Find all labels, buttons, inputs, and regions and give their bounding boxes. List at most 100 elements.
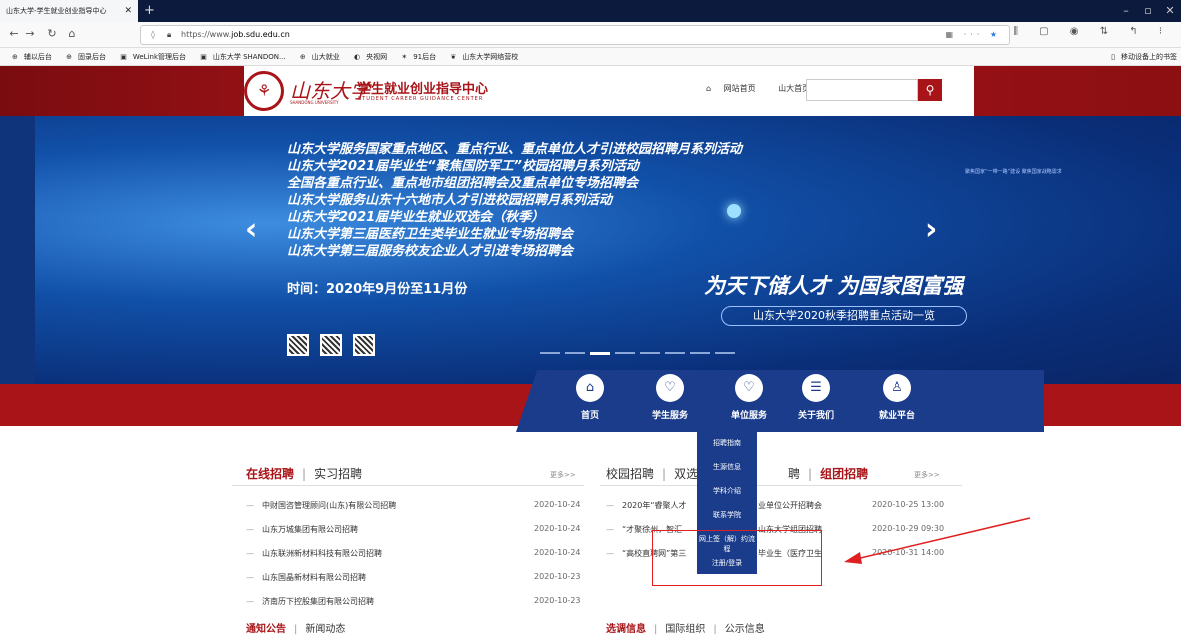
nav-home[interactable]: ⌂ 首页 [560, 374, 620, 421]
list-item[interactable]: — 山东万城集团有限公司招聘 [246, 524, 358, 535]
page-actions[interactable]: ▦ ··· ★ [946, 26, 1001, 44]
list-date: 2020-10-24 [534, 500, 581, 509]
minimize-icon[interactable]: – [1115, 0, 1137, 22]
list-date: 2020-10-24 [534, 548, 581, 557]
restore-icon[interactable]: ▫ [1137, 0, 1159, 22]
carousel-dot[interactable] [715, 352, 735, 354]
carousel-dot[interactable] [665, 352, 685, 354]
search-input[interactable] [806, 79, 918, 101]
list-item[interactable]: — 中财国咨管理顾问(山东)有限公司招聘 [246, 500, 396, 511]
header-center: ⚘ 山东大学 SHANDONG UNIVERSITY 学生就业创业指导中心 ST… [244, 66, 974, 116]
left-panel-tabs: 在线招聘 | 实习招聘 [246, 467, 363, 481]
back-icon[interactable]: ← [6, 26, 22, 42]
nav-employment-platform[interactable]: ♙ 就业平台 [867, 374, 927, 421]
tab-group-recruitment[interactable]: 组团招聘 [820, 467, 868, 481]
browser-tab-bar: 山东大学-学生就业创业指导中心 ✕ + – ▫ ✕ [0, 0, 1181, 22]
close-tab-icon[interactable]: ✕ [124, 0, 132, 22]
banner-left-slide: 0 东 [0, 116, 58, 384]
top-links: ⌂ 网站首页 山大首页 [706, 83, 820, 94]
nav-employer-services[interactable]: ♡ 单位服务 [719, 374, 779, 421]
carousel-dot[interactable] [540, 352, 560, 354]
home-link[interactable]: ⌂ 网站首页 [706, 84, 766, 93]
tab-internship[interactable]: 实习招聘 [314, 467, 362, 481]
bookmark-item[interactable]: ▣ WeLink管理后台 [114, 48, 186, 65]
qr-code-icon [287, 334, 309, 356]
tab-notices[interactable]: 通知公告 [246, 624, 286, 635]
address-bar[interactable]: ◊ 🔒︎ https://www.job.sdu.edu.cn ▦ ··· ★ [140, 25, 1010, 45]
list-item[interactable]: — 山东联洲新材料科技有限公司招聘 [246, 548, 382, 559]
shield-icon: ◊ [151, 30, 155, 39]
annotation-arrow [844, 517, 1031, 564]
mobile-bookmarks[interactable]: ▯ 移动设备上的书签 [1111, 48, 1177, 65]
bookmark-item[interactable]: ⊕ 山大就业 [294, 48, 340, 65]
right-panel-tabs-2: 聘 | 组团招聘 [788, 467, 869, 481]
carousel-prev-icon[interactable]: ‹ [245, 212, 257, 247]
site-header: ⚘ 山东大学 SHANDONG UNIVERSITY 学生就业创业指导中心 ST… [0, 66, 1181, 116]
carousel-dot[interactable] [640, 352, 660, 354]
carousel-dot[interactable] [615, 352, 635, 354]
cctv-icon: ◐ [353, 53, 361, 61]
tab-partial[interactable]: 聘 [788, 467, 800, 481]
handshake-icon: ♡ [735, 374, 763, 402]
list-item[interactable]: — 山东国晶新材料有限公司招聘 [246, 572, 366, 583]
browser-toolbar: ← → ↻ ⌂ ◊ 🔒︎ https://www.job.sdu.edu.cn … [0, 22, 1181, 48]
reload-icon[interactable]: ↻ [44, 26, 60, 42]
university-seal-icon[interactable]: ⚘ [244, 71, 284, 111]
tab-double-selection[interactable]: 双选 [674, 467, 698, 481]
lock-icon: 🔒︎ [167, 30, 172, 39]
dropdown-discipline-intro[interactable]: 学科介绍 [697, 486, 757, 496]
browser-tab[interactable]: 山东大学-学生就业创业指导中心 ✕ [0, 0, 138, 22]
close-window-icon[interactable]: ✕ [1159, 0, 1181, 22]
list-item[interactable]: — 济南历下控股集团有限公司招聘 [246, 596, 374, 607]
site-subtitle: STUDENT CAREER GUIDANCE CENTER [358, 96, 484, 102]
carousel-dots [540, 348, 740, 359]
home-browser-icon[interactable]: ⌂ [64, 26, 80, 42]
logo-en: SHANDONG UNIVERSITY [290, 100, 339, 105]
bookmark-item[interactable]: ◐ 央视网 [348, 48, 387, 65]
banner-line: 山东大学第三届服务校友企业人才引进专场招聘会 [287, 244, 574, 259]
annotation-highlight-box [652, 530, 822, 586]
carousel-dot-active[interactable] [590, 351, 610, 355]
list-item[interactable]: —2020年“睿聚人才 [606, 500, 687, 511]
dropdown-contact-college[interactable]: 联系学院 [697, 510, 757, 520]
left-more-link[interactable]: 更多>> [550, 470, 576, 480]
list-item-suffix[interactable]: 业单位公开招聘会 [758, 500, 822, 511]
leaf-icon: ❦ [450, 53, 457, 61]
qr-code-icon [320, 334, 342, 356]
new-tab-icon[interactable]: + [144, 0, 155, 22]
banner-slogan-sub: 山东大学2020秋季招聘重点活动一览 [721, 306, 967, 326]
glow-decoration [727, 204, 741, 218]
nav-student-services[interactable]: ♡ 学生服务 [640, 374, 700, 421]
right-divider [600, 485, 962, 486]
bookmark-item[interactable]: ⊕ 固录后台 [60, 48, 106, 65]
tab-news[interactable]: 新闻动态 [305, 624, 345, 635]
tab-online-recruitment[interactable]: 在线招聘 [246, 467, 294, 481]
search-button[interactable]: ⚲ [918, 79, 942, 101]
site-title[interactable]: 学生就业创业指导中心 [358, 78, 488, 97]
globe-icon: ⊕ [12, 53, 18, 61]
banner-slogan: 为天下储人才 为国家图富强 [704, 274, 964, 298]
sdu-icon: ▣ [200, 53, 207, 61]
banner-carousel[interactable]: 山东大学服务国家重点地区、重点行业、重点单位人才引进校园招聘月系列活动 山东大学… [35, 116, 1181, 384]
nav-about-us[interactable]: ☰ 关于我们 [786, 374, 846, 421]
tab-title: 山东大学-学生就业创业指导中心 [6, 7, 107, 15]
star-icon: ✶ [401, 53, 408, 61]
dropdown-student-source[interactable]: 生源信息 [697, 462, 757, 472]
right-more-link[interactable]: 更多>> [914, 470, 940, 480]
bookmark-item[interactable]: ❦ 山东大学网络营校 [444, 48, 518, 65]
toolbar-icons[interactable]: ⫼ ▢ ◉ ⇅ ↰ ⁝ [1013, 26, 1171, 37]
bookmark-item[interactable]: ▣ 山东大学 SHANDON... [194, 48, 285, 65]
tab-campus-recruitment[interactable]: 校园招聘 [606, 467, 654, 481]
carousel-dot[interactable] [690, 352, 710, 354]
tab-intl-org[interactable]: 国际组织 [665, 624, 705, 635]
tab-selection-info[interactable]: 选调信息 [606, 624, 646, 635]
bookmark-item[interactable]: ✶ 91后台 [395, 48, 436, 65]
carousel-next-icon[interactable]: › [925, 212, 937, 247]
bookmark-item[interactable]: ⊕ 辅以后台 [6, 48, 52, 65]
forward-icon[interactable]: → [22, 26, 38, 42]
carousel-dot[interactable] [565, 352, 585, 354]
dropdown-recruitment-guide[interactable]: 招聘指南 [697, 438, 757, 448]
bookmark-star-icon[interactable]: ★ [990, 30, 1001, 39]
tab-public-info[interactable]: 公示信息 [725, 624, 765, 635]
search-icon: ⚲ [925, 83, 935, 97]
